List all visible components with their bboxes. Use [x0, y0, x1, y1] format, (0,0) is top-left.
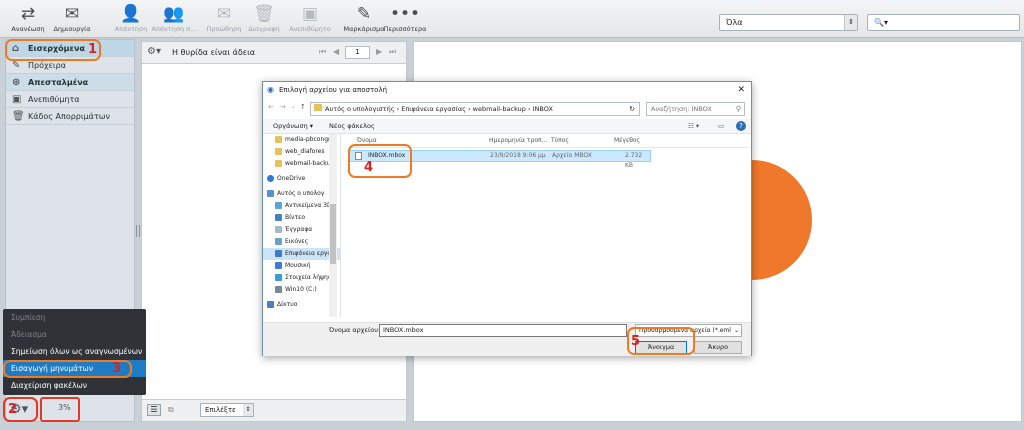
column-type[interactable]: Τύπος: [551, 134, 569, 148]
quota-indicator: 3%: [58, 403, 71, 412]
close-icon[interactable]: ✕: [737, 82, 745, 98]
sent-icon: ⊛: [12, 77, 21, 88]
dialog-search-input[interactable]: Αναζήτηση: INBOX ⚲: [646, 102, 745, 116]
forward-icon[interactable]: →: [280, 103, 286, 111]
organize-button[interactable]: Οργάνωση ▾: [273, 119, 313, 134]
splitter-handle[interactable]: [136, 225, 140, 237]
cancel-button[interactable]: Άκυρο: [694, 341, 742, 354]
menu-item-compact[interactable]: Συμπίεση: [3, 309, 146, 326]
empty-text: Η θυρίδα είναι άδεια: [172, 48, 256, 57]
crumb-inbox[interactable]: INBOX: [533, 105, 553, 113]
drive-icon: [275, 286, 282, 293]
last-page-icon[interactable]: ⏭: [389, 47, 396, 57]
column-date[interactable]: Ημερομηνία τροπ...: [489, 134, 547, 148]
computer-icon: [267, 190, 274, 197]
junk-button[interactable]: ▣ Ανεπιθύμητο: [282, 3, 338, 33]
nav-scrollbar[interactable]: [329, 134, 337, 317]
folder-actions-menu: Συμπίεση Άδειασμα Σημείωση όλων ως αναγν…: [3, 309, 146, 395]
updown-icon: ⇕: [243, 404, 253, 416]
trash-icon: 🗑: [12, 111, 25, 122]
prev-page-icon[interactable]: ◀: [333, 47, 339, 56]
page-input[interactable]: 1: [345, 46, 370, 59]
dialog-title: Επιλογή αρχείου για αποστολή: [279, 86, 388, 94]
reply-all-icon: 👥: [163, 4, 185, 24]
folder-trash[interactable]: 🗑 Κάδος Απορριμάτων: [6, 108, 134, 125]
menu-item-empty[interactable]: Άδειασμα: [3, 326, 146, 343]
crumb-webmail-backup[interactable]: webmail-backup: [473, 105, 526, 113]
first-page-icon[interactable]: ⏮: [319, 47, 326, 57]
folder-icon: [275, 136, 282, 143]
filename-input[interactable]: INBOX.mbox: [379, 324, 627, 337]
compose-button[interactable]: ✉ Δημιουργία: [44, 3, 100, 33]
video-icon: [275, 214, 282, 221]
more-button[interactable]: ••• Περισσότερα: [377, 3, 433, 33]
up-icon[interactable]: ↑: [300, 103, 306, 111]
annotation-number-2: 2: [8, 402, 18, 417]
filter-select[interactable]: Όλα ⇕: [719, 14, 858, 31]
file-open-dialog: ◉ Επιλογή αρχείου για αποστολή ✕ ← → ⌄ ↑…: [262, 81, 752, 356]
folder-sent[interactable]: ⊛ Απεσταλμένα: [6, 74, 134, 91]
search-icon: ⚲: [735, 105, 741, 113]
browser-icon: ◉: [267, 85, 274, 94]
menu-item-mark-all-read[interactable]: Σημείωση όλων ως αναγνωσμένων: [3, 343, 146, 360]
toolbar: ⇄ Ανανέωση ✉ Δημιουργία 👤 Απάντηση 👥 Απάντησ…: [0, 0, 1024, 38]
updown-icon: ⇕: [844, 15, 857, 30]
list-header: ⚙▾ Η θυρίδα είναι άδεια ⏮ ◀ 1 ▶ ⏭: [142, 42, 406, 64]
chevron-down-icon[interactable]: ⌄: [291, 103, 296, 110]
next-page-icon[interactable]: ▶: [376, 47, 382, 56]
new-folder-button[interactable]: Νέος φάκελος: [329, 119, 375, 134]
compose-icon: ✉: [64, 4, 80, 24]
annotation-highlight-1: [5, 39, 101, 61]
annotation-number-5: 5: [631, 334, 641, 349]
document-icon: [275, 226, 282, 233]
chevron-down-icon: ⌄: [733, 327, 739, 334]
more-icon: •••: [389, 4, 421, 24]
column-size[interactable]: Μέγεθος: [614, 134, 640, 148]
annotation-number-4: 4: [364, 160, 374, 175]
view-options-icon[interactable]: ☷ ▾: [688, 119, 699, 134]
annotation-number-1: 1: [88, 42, 98, 57]
breadcrumb[interactable]: Αυτός ο υπολογιστής › Επιφάνεια εργασίας…: [310, 102, 640, 116]
folder-icon: [314, 104, 322, 111]
annotation-highlight-4: [348, 144, 412, 178]
music-icon: [275, 262, 282, 269]
back-icon[interactable]: ←: [268, 103, 274, 111]
junk-icon: ▣: [301, 4, 319, 24]
select-dropdown[interactable]: Επιλέξτε ⇕: [200, 403, 254, 417]
crumb-this-pc[interactable]: Αυτός ο υπολογιστής: [325, 105, 395, 113]
folder-junk[interactable]: ▣ Ανεπιθύμητα: [6, 91, 134, 108]
menu-item-manage-folders[interactable]: Διαχείριση φακέλων: [3, 377, 146, 394]
download-icon: [275, 274, 282, 281]
junk-icon: ▣: [12, 94, 22, 105]
filename-label: Όνομα αρχείου:: [329, 326, 381, 334]
image-icon: [275, 238, 282, 245]
scrollbar-thumb[interactable]: [330, 204, 336, 264]
annotation-number-3: 3: [112, 361, 122, 376]
refresh-icon[interactable]: ↻: [629, 103, 635, 115]
folder-icon: [275, 148, 282, 155]
cloud-icon: [267, 175, 274, 182]
crumb-desktop[interactable]: Επιφάνεια εργασίας: [401, 105, 466, 113]
folder-icon: [275, 160, 282, 167]
cube-icon: [275, 202, 282, 209]
help-icon[interactable]: ?: [736, 121, 746, 131]
network-icon: [267, 301, 274, 308]
address-bar: ← → ⌄ ↑ Αυτός ο υπολογιστής › Επιφάνεια …: [268, 102, 748, 116]
pane-icon[interactable]: ▭: [718, 119, 724, 134]
navigation-pane: media-pbcongr web_diafores webmail-backu…: [263, 134, 341, 317]
search-input[interactable]: 🔍▾: [867, 14, 1020, 31]
command-bar: Οργάνωση ▾ Νέος φάκελος ☷ ▾ ▭ ?: [263, 119, 751, 134]
dialog-titlebar: ◉ Επιλογή αρχείου για αποστολή ✕: [263, 82, 751, 98]
list-footer: ☰ ⧉ Επιλέξτε ⇕: [142, 399, 406, 421]
search-icon: 🔍▾: [874, 18, 888, 27]
list-options-icon[interactable]: ⚙▾: [147, 46, 161, 57]
reply-all-button[interactable]: 👥 Απάντηση σ...: [146, 3, 202, 33]
list-view-icon[interactable]: ☰: [147, 404, 161, 416]
thread-view-icon[interactable]: ⧉: [168, 405, 174, 415]
desktop-icon: [275, 250, 282, 257]
